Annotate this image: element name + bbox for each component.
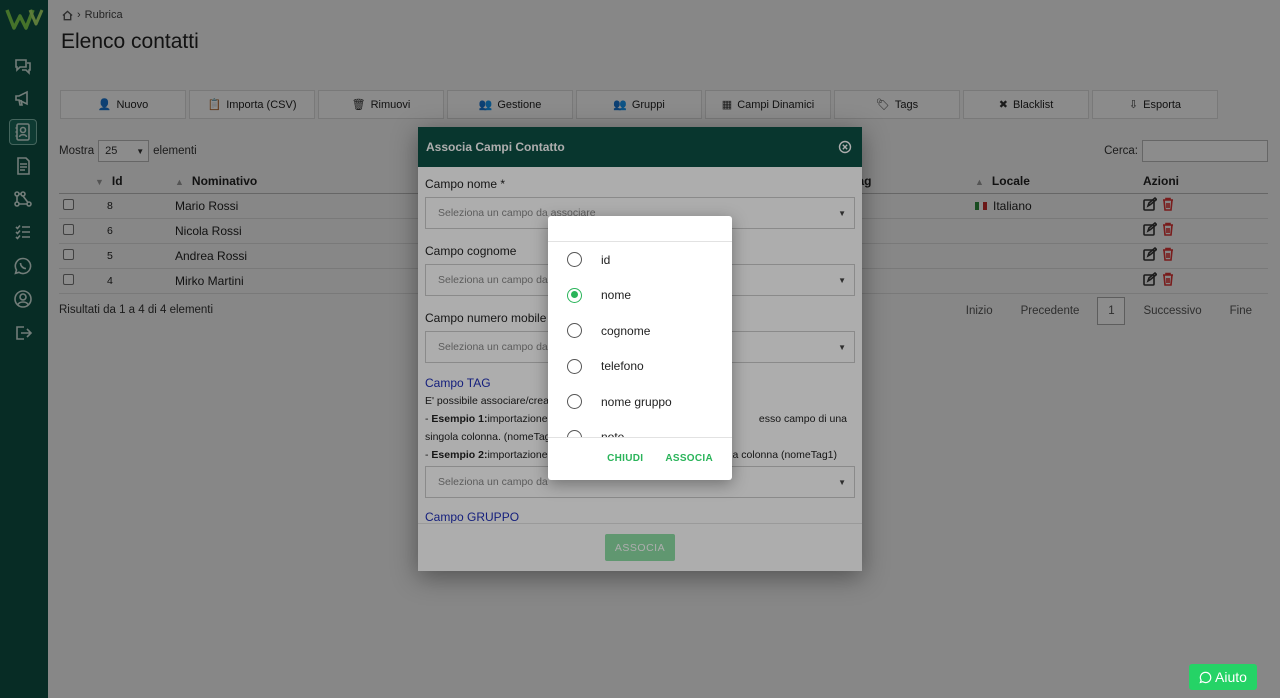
- option-label: id: [601, 252, 611, 267]
- whatsapp-icon: [1199, 671, 1212, 683]
- radio-button[interactable]: [567, 252, 582, 268]
- radio-button-selected[interactable]: [567, 287, 582, 303]
- radio-button[interactable]: [567, 429, 582, 437]
- radio-button[interactable]: [567, 358, 582, 374]
- option-label: cognome: [601, 323, 651, 338]
- option-id[interactable]: id: [548, 242, 732, 278]
- option-label: nome: [601, 288, 632, 303]
- picker-options: id nome cognome telefono nome gruppo not…: [548, 242, 732, 438]
- option-telefono[interactable]: telefono: [548, 349, 732, 385]
- option-note[interactable]: note: [548, 420, 732, 438]
- picker-actions: CHIUDI ASSOCIA: [548, 438, 732, 478]
- option-nome-gruppo[interactable]: nome gruppo: [548, 384, 732, 420]
- help-button[interactable]: Aiuto: [1189, 664, 1257, 690]
- radio-button[interactable]: [567, 394, 582, 410]
- help-label: Aiuto: [1215, 669, 1247, 685]
- option-nome[interactable]: nome: [548, 278, 732, 314]
- radio-button[interactable]: [567, 323, 582, 339]
- option-label: telefono: [601, 359, 644, 374]
- picker-associa-button[interactable]: ASSOCIA: [665, 453, 713, 464]
- chiudi-button[interactable]: CHIUDI: [607, 453, 643, 464]
- option-label: nome gruppo: [601, 394, 672, 409]
- field-picker-dialog: id nome cognome telefono nome gruppo not…: [548, 216, 732, 480]
- option-cognome[interactable]: cognome: [548, 313, 732, 349]
- option-label: note: [601, 430, 625, 438]
- picker-header: [548, 216, 732, 242]
